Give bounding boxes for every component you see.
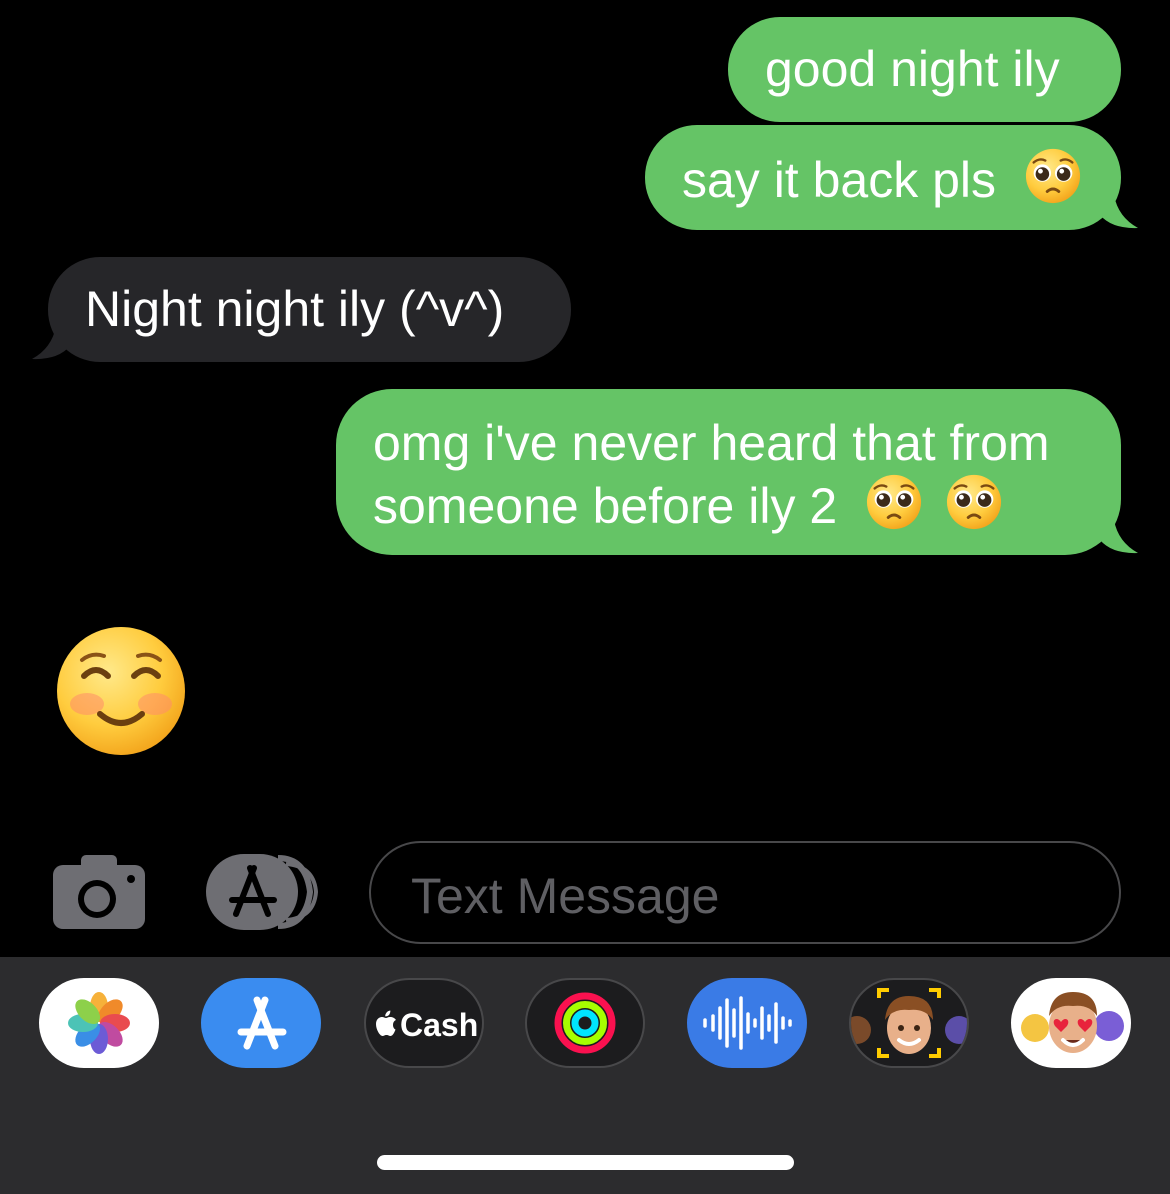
incoming-message-1[interactable]: Night night ily (^v^) [48, 257, 571, 362]
apple-cash-app-button[interactable]: Cash [364, 978, 484, 1068]
memoji-icon [851, 988, 967, 1058]
app-store-app-button[interactable] [201, 978, 321, 1068]
memoji-stickers-icon [1021, 992, 1124, 1053]
apple-logo-icon [376, 1010, 396, 1036]
photos-app-button[interactable] [39, 978, 159, 1068]
waveform-icon [703, 996, 792, 1050]
audio-message-app-button[interactable] [687, 978, 807, 1068]
pleading-face-icon [867, 474, 922, 530]
memoji-app-button[interactable] [849, 978, 969, 1068]
message-text: good night ily [765, 41, 1060, 97]
pleading-face-icon [1025, 148, 1080, 204]
message-text-line-1: omg i've never heard that from [373, 415, 1050, 471]
activity-rings-icon [554, 992, 616, 1054]
outgoing-message-2[interactable]: say it back pls [645, 125, 1121, 230]
outgoing-message-1[interactable]: good night ily [728, 17, 1121, 122]
camera-icon[interactable] [53, 855, 145, 929]
app-store-icon [237, 996, 287, 1050]
memoji-stickers-app-button[interactable] [1011, 978, 1131, 1068]
cash-label: Cash [400, 1007, 479, 1043]
home-indicator[interactable] [377, 1155, 794, 1170]
bubble-tail [1100, 195, 1138, 229]
message-text-line-2: someone before ily 2 [373, 478, 838, 534]
bubble-tail [32, 326, 70, 360]
pleading-face-icon [946, 474, 1002, 530]
bubble-tail [1100, 520, 1138, 554]
message-input-placeholder: Text Message [411, 868, 720, 924]
activity-app-button[interactable] [525, 978, 645, 1068]
outgoing-message-3[interactable]: omg i've never heard that from someone b… [336, 389, 1121, 555]
message-text: say it back pls [682, 152, 997, 208]
photos-icon [68, 992, 130, 1054]
message-text: Night night ily (^v^) [85, 281, 505, 337]
message-input[interactable]: Text Message [369, 841, 1121, 944]
app-store-drawer-icon[interactable] [206, 854, 322, 930]
smiling-face-with-blushing-eyes-icon[interactable] [54, 624, 188, 758]
